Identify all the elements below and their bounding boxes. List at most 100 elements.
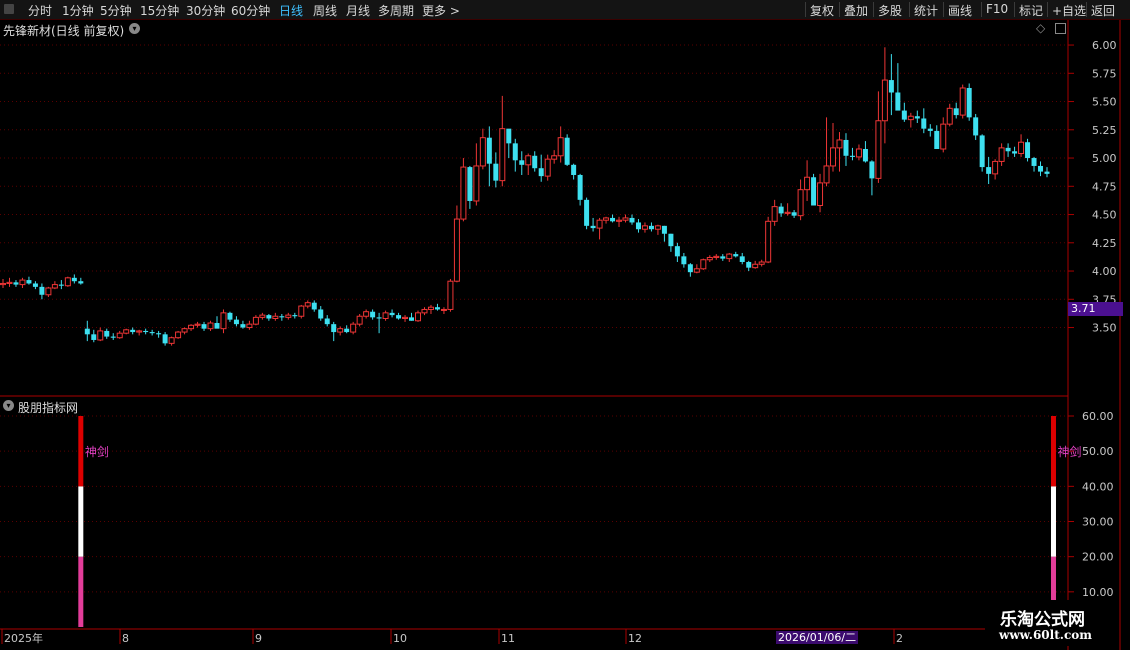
- candle-body-up: [220, 312, 227, 330]
- candle-body-down: [739, 256, 745, 262]
- candle-body-down: [661, 225, 667, 234]
- candle-body-down: [331, 324, 337, 333]
- candle-body-down: [849, 155, 855, 157]
- candle-body-up: [259, 314, 266, 318]
- chart-canvas: 6.005.755.505.255.004.754.504.254.003.75…: [0, 20, 1121, 650]
- watermark-line2: www.60lt.com: [999, 628, 1092, 642]
- x-tick-label: 10: [393, 632, 407, 645]
- candle-body-up: [440, 308, 447, 311]
- candle-body-up: [959, 87, 966, 116]
- candle-body-up: [525, 155, 532, 166]
- signal-label: 神剑: [85, 444, 109, 459]
- candle-body-down: [104, 330, 110, 337]
- candle-body-down: [895, 92, 901, 111]
- signal-bar-segment: [78, 556, 84, 627]
- candle-body-down: [13, 282, 19, 285]
- candle-body-up: [252, 316, 259, 325]
- candle-body-down: [921, 118, 927, 129]
- candle-body-down: [778, 206, 784, 214]
- candle-body-up: [830, 147, 837, 167]
- candle-body-up: [6, 281, 13, 284]
- current-price-marker: 3.71: [1068, 302, 1123, 316]
- candle-body-down: [862, 149, 868, 162]
- candle-body-up: [272, 315, 279, 319]
- candle-body-up: [0, 282, 6, 286]
- candle-body-up: [726, 253, 733, 260]
- candle-body-down: [130, 329, 136, 333]
- candle-body-up: [907, 115, 914, 121]
- y-tick-label: 5.50: [1092, 96, 1117, 109]
- candle-body-up: [285, 314, 292, 318]
- candle-body-up: [622, 217, 629, 221]
- candle-body-down: [681, 256, 687, 265]
- candle-body-down: [214, 323, 220, 329]
- candle-body-down: [869, 161, 875, 179]
- y-tick-label: 5.75: [1092, 67, 1117, 80]
- candle-body-up: [460, 166, 467, 220]
- candle-body-up: [654, 225, 661, 230]
- candle-body-up: [382, 312, 389, 320]
- candle-body-down: [162, 334, 168, 344]
- candle-body-down: [493, 163, 499, 181]
- candle-body-up: [447, 280, 454, 310]
- candle-body-up: [706, 256, 713, 261]
- y-tick-label: 4.25: [1092, 237, 1117, 250]
- indicator-tick-label: 20.00: [1082, 551, 1114, 564]
- x-tick-label: 2: [896, 632, 903, 645]
- candle-body-down: [26, 280, 32, 284]
- candle-body-up: [123, 329, 130, 334]
- candle-body-down: [266, 315, 272, 319]
- candle-body-down: [39, 286, 45, 295]
- signal-bar-segment: [78, 416, 84, 487]
- candle-body-down: [110, 336, 116, 338]
- candle-body-down: [584, 199, 590, 226]
- candle-body-down: [292, 315, 298, 317]
- candle-body-down: [156, 333, 162, 335]
- candle-body-up: [19, 279, 26, 286]
- candle-body-down: [1038, 165, 1044, 172]
- candle-body-up: [427, 306, 434, 310]
- candle-body-up: [804, 176, 811, 191]
- candle-body-up: [181, 328, 188, 333]
- candle-body-down: [311, 302, 317, 310]
- candle-body-down: [914, 116, 920, 119]
- candle-body-down: [953, 108, 959, 116]
- candle-body-up: [797, 189, 804, 217]
- candle-body-down: [84, 328, 90, 335]
- candle-body-down: [240, 324, 246, 328]
- candle-body-down: [409, 317, 415, 321]
- candle-body-down: [934, 130, 940, 149]
- x-tick-label: 2025年: [4, 631, 43, 645]
- candle-body-up: [765, 220, 772, 263]
- candle-body-down: [201, 324, 207, 329]
- candle-body-up: [771, 206, 778, 222]
- indicator-tick-label: 50.00: [1082, 445, 1114, 458]
- candle-body-down: [648, 225, 654, 230]
- candle-body-up: [175, 331, 182, 339]
- signal-label: 神剑: [1057, 444, 1081, 459]
- candle-body-down: [901, 110, 907, 120]
- candle-body-up: [116, 332, 123, 339]
- candle-body-down: [538, 168, 544, 177]
- candle-body-down: [635, 222, 641, 230]
- date-marker: 2026/01/06/二: [776, 631, 859, 644]
- candle-body-up: [337, 328, 344, 333]
- candle-body-down: [610, 217, 616, 222]
- candle-body-down: [1012, 151, 1018, 154]
- y-tick-label: 4.00: [1092, 265, 1117, 278]
- indicator-tick-label: 40.00: [1082, 480, 1114, 493]
- candle-body-up: [544, 158, 551, 177]
- candle-body-up: [603, 217, 610, 221]
- candle-body-down: [720, 256, 726, 259]
- indicator-tick-label: 60.00: [1082, 410, 1114, 423]
- watermark: 乐淘公式网 www.60lt.com: [985, 600, 1115, 646]
- candle-body-down: [590, 225, 596, 229]
- candle-body-up: [421, 308, 428, 314]
- candle-body-up: [784, 211, 791, 214]
- x-tick-label: 12: [628, 632, 642, 645]
- candle-body-down: [279, 316, 285, 318]
- candle-body-down: [791, 212, 797, 216]
- candle-body-down: [370, 311, 376, 318]
- candle-body-up: [136, 330, 143, 333]
- candle-body-down: [811, 177, 817, 206]
